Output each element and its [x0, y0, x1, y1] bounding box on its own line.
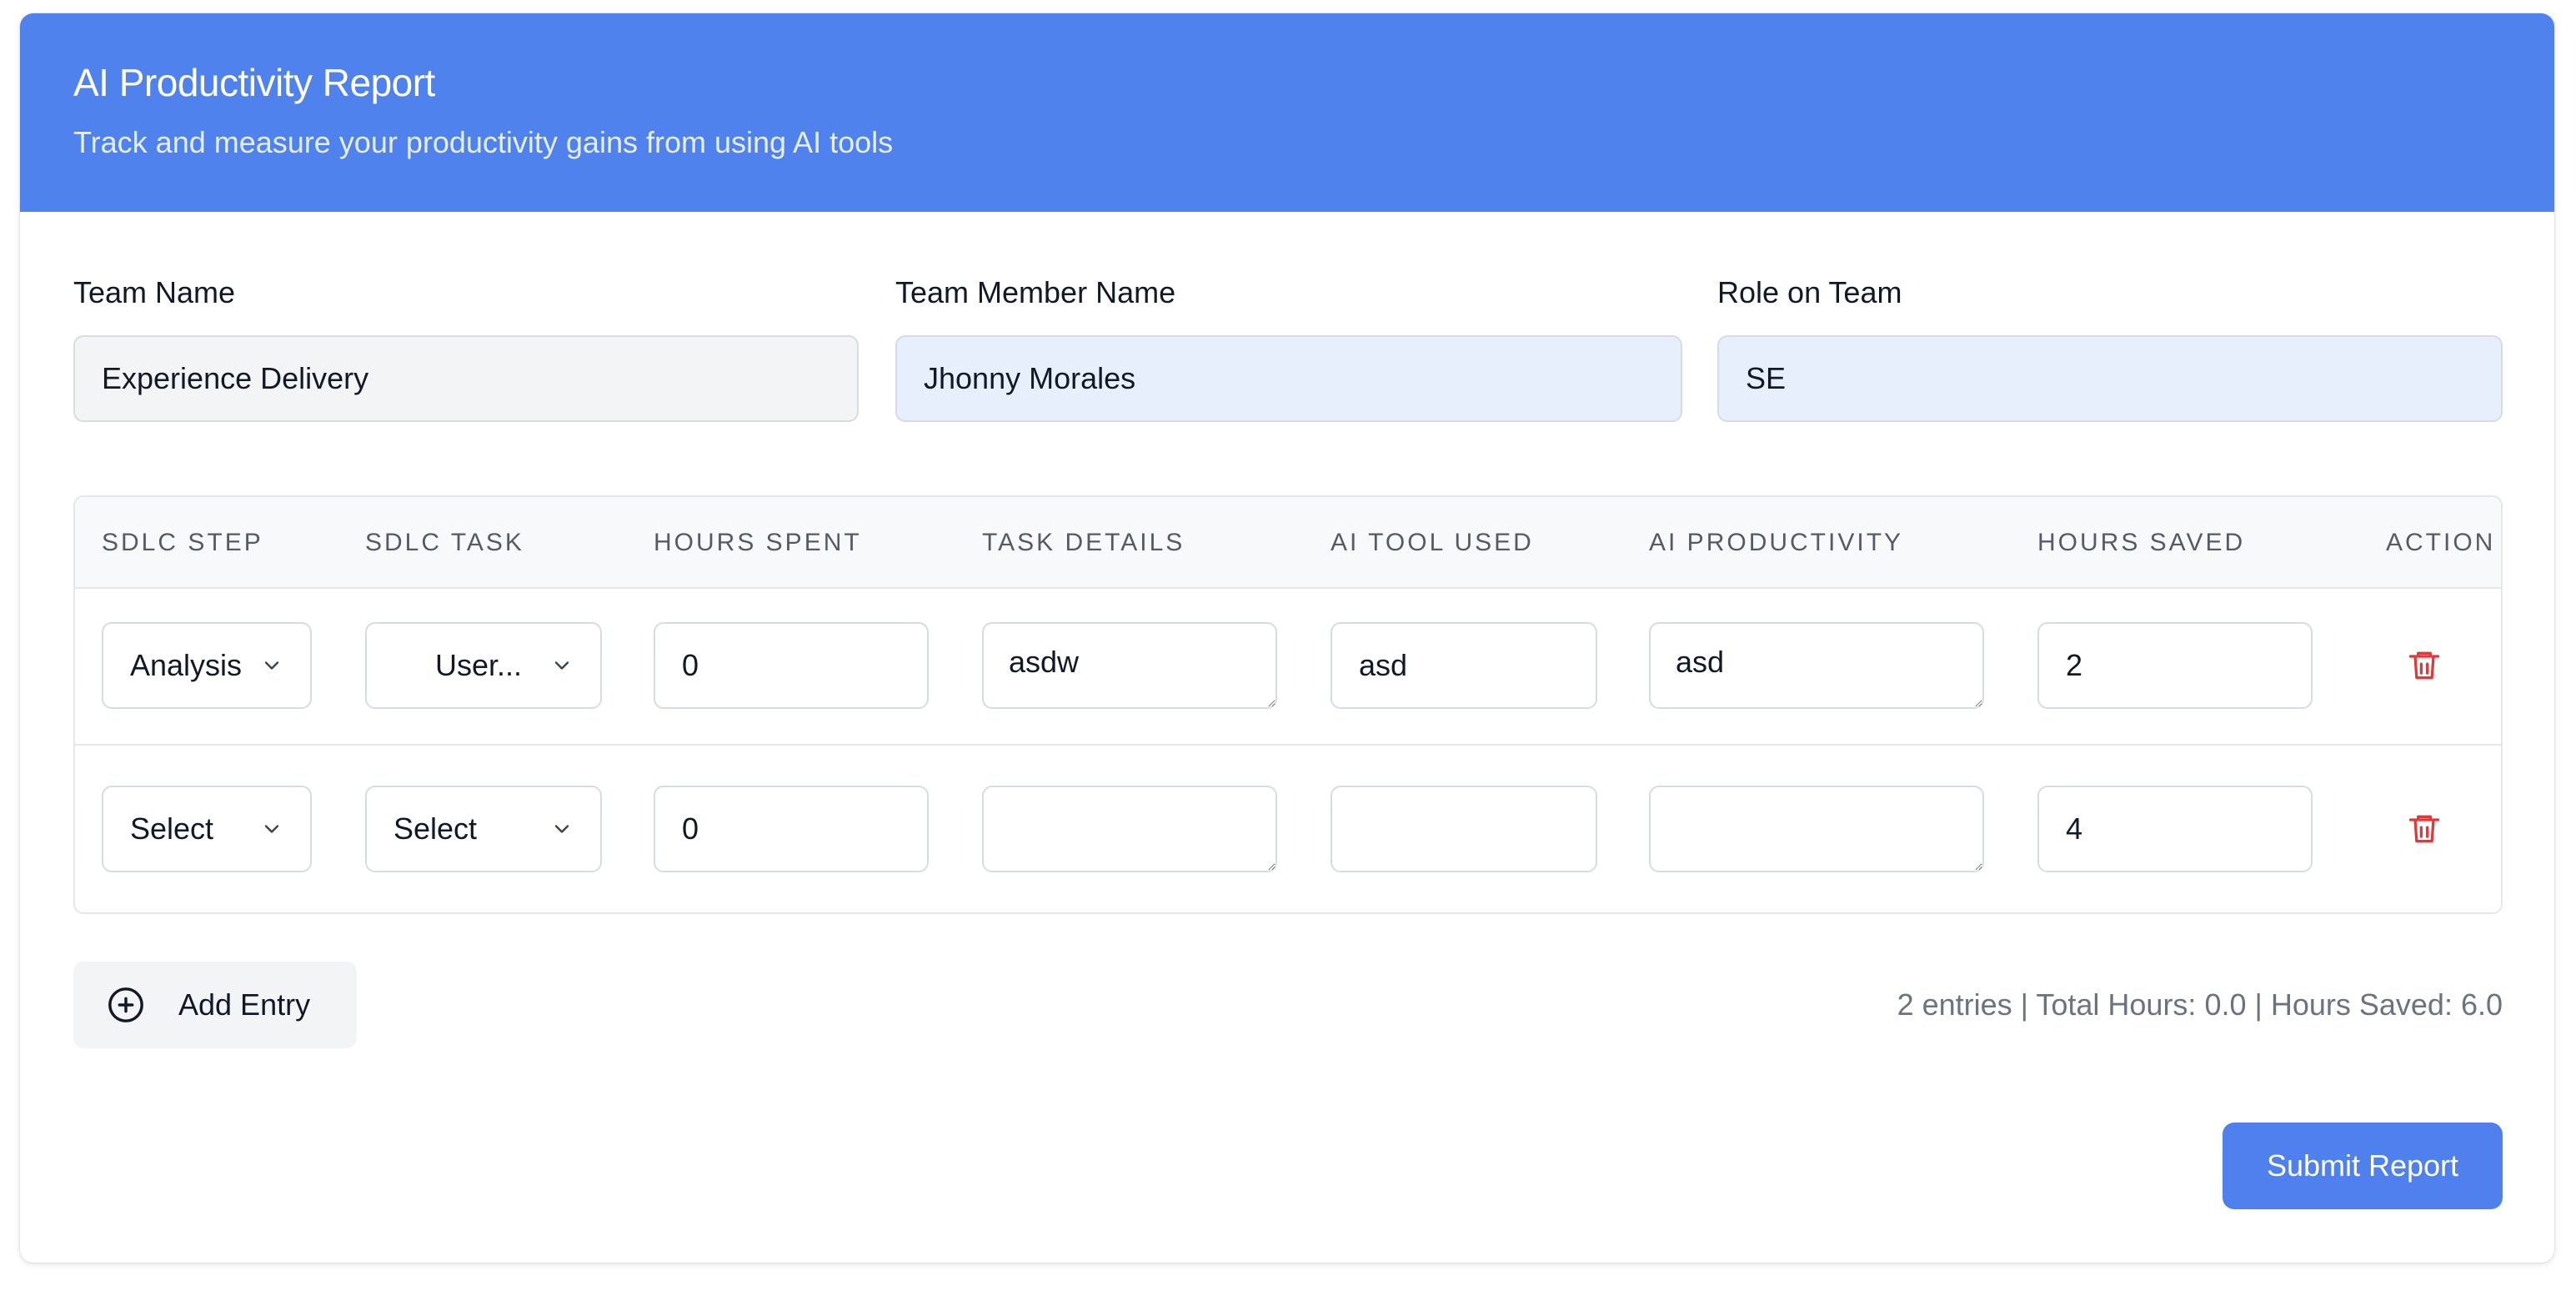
role-label: Role on Team	[1717, 275, 1902, 309]
trash-icon[interactable]	[2406, 645, 2443, 686]
col-task-details: TASK DETAILS	[982, 529, 1185, 556]
ai-tool-input[interactable]	[1331, 622, 1597, 709]
col-action: ACTION	[2386, 529, 2496, 556]
select-value: Select	[130, 811, 214, 846]
task-details-textarea[interactable]: asdw	[982, 622, 1277, 709]
col-hours-saved: HOURS SAVED	[2037, 529, 2246, 556]
report-card: AI Productivity Report Track and measure…	[20, 13, 2554, 1263]
ai-tool-input[interactable]	[1331, 786, 1597, 872]
hours-saved-input[interactable]	[2037, 786, 2313, 872]
member-name-input[interactable]	[895, 335, 1682, 422]
select-value: User...	[435, 648, 523, 682]
entries-table: SDLC STEP SDLC TASK HOURS SPENT TASK DET…	[73, 495, 2503, 914]
select-value: Analysis	[130, 648, 243, 682]
table-header: SDLC STEP SDLC TASK HOURS SPENT TASK DET…	[75, 497, 2501, 589]
col-hours-spent: HOURS SPENT	[654, 529, 862, 556]
role-input[interactable]	[1717, 335, 2503, 422]
row-divider	[75, 744, 2501, 746]
sdlc-step-select[interactable]: Analysis	[102, 622, 312, 709]
add-entry-button[interactable]: Add Entry	[73, 962, 357, 1048]
col-ai-productivity: AI PRODUCTIVITY	[1649, 529, 1904, 556]
col-sdlc-step: SDLC STEP	[102, 529, 263, 556]
trash-icon[interactable]	[2406, 809, 2443, 849]
plus-circle-icon	[108, 987, 143, 1022]
page-title: AI Productivity Report	[73, 61, 435, 104]
col-ai-tool-used: AI TOOL USED	[1331, 529, 1534, 556]
page-subtitle: Track and measure your productivity gain…	[73, 125, 894, 159]
team-name-label: Team Name	[73, 275, 236, 309]
col-sdlc-task: SDLC TASK	[365, 529, 524, 556]
report-header: AI Productivity Report Track and measure…	[20, 13, 2554, 212]
chevron-down-icon	[264, 661, 279, 670]
sdlc-task-select[interactable]: Select	[365, 786, 602, 872]
member-name-label: Team Member Name	[895, 275, 1176, 309]
hours-spent-input[interactable]	[654, 622, 929, 709]
sdlc-step-select[interactable]: Select	[102, 786, 312, 872]
chevron-down-icon	[264, 825, 279, 833]
ai-productivity-textarea[interactable]: asd	[1649, 622, 1984, 709]
chevron-down-icon	[554, 661, 569, 670]
add-entry-label: Add Entry	[178, 987, 311, 1022]
ai-productivity-textarea[interactable]	[1649, 786, 1984, 872]
sdlc-task-select[interactable]: User...	[365, 622, 602, 709]
team-name-input[interactable]	[73, 335, 859, 422]
hours-spent-input[interactable]	[654, 786, 929, 872]
select-value: Select	[393, 811, 478, 846]
submit-report-button[interactable]: Submit Report	[2223, 1123, 2503, 1209]
entries-summary: 2 entries | Total Hours: 0.0 | Hours Sav…	[1897, 987, 2503, 1022]
task-details-textarea[interactable]	[982, 786, 1277, 872]
hours-saved-input[interactable]	[2037, 622, 2313, 709]
chevron-down-icon	[554, 825, 569, 833]
